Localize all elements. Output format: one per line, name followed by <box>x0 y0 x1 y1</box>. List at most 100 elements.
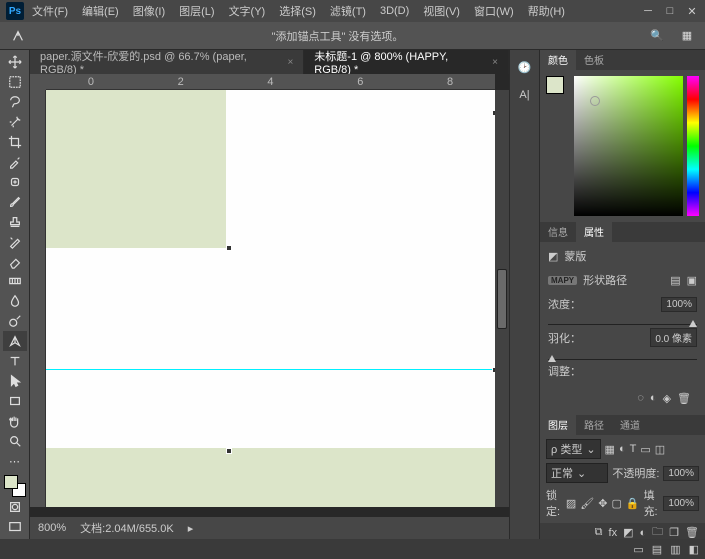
layers-panel-tab[interactable]: 图层 <box>540 415 576 435</box>
color-panel-tab[interactable]: 颜色 <box>540 50 576 70</box>
path-anchor[interactable] <box>226 448 232 454</box>
status-icon[interactable]: ▥ <box>670 543 680 556</box>
zoom-tool[interactable] <box>3 431 27 451</box>
status-icon[interactable]: ▭ <box>633 543 643 556</box>
crop-tool[interactable] <box>3 132 27 152</box>
marquee-tool[interactable] <box>3 72 27 92</box>
hand-tool[interactable] <box>3 411 27 431</box>
apply-mask-icon[interactable]: ◈ <box>663 392 671 405</box>
options-search-icon[interactable]: 🔍 <box>645 26 669 46</box>
maximize-button[interactable]: □ <box>663 4 677 18</box>
blur-tool[interactable] <box>3 291 27 311</box>
type-tool[interactable] <box>3 351 27 371</box>
new-layer-icon[interactable]: ❐ <box>669 526 679 539</box>
menu-filter[interactable]: 滤镜(T) <box>324 1 372 21</box>
ruler-vertical[interactable] <box>30 90 46 507</box>
density-value[interactable]: 100% <box>661 297 697 312</box>
menu-help[interactable]: 帮助(H) <box>522 1 571 21</box>
brush-tool[interactable] <box>3 192 27 212</box>
document-canvas[interactable] <box>46 90 495 507</box>
properties-panel-tab[interactable]: 属性 <box>576 222 612 242</box>
document-tab-1[interactable]: paper.源文件-欣爱的.psd @ 66.7% (paper, RGB/8)… <box>30 50 304 74</box>
hue-slider[interactable] <box>687 76 699 216</box>
filter-smart-icon[interactable]: ◫ <box>655 443 665 456</box>
color-panel-swatches[interactable] <box>546 76 570 216</box>
lock-transparency-icon[interactable]: ▨ <box>566 497 576 510</box>
eyedropper-tool[interactable] <box>3 152 27 172</box>
ruler-origin[interactable] <box>30 74 46 90</box>
close-button[interactable]: ✕ <box>685 4 699 18</box>
opacity-value[interactable]: 100% <box>663 466 699 481</box>
fill-value[interactable]: 100% <box>663 496 699 511</box>
scrollbar-thumb[interactable] <box>497 269 507 329</box>
guide-horizontal[interactable] <box>46 369 495 370</box>
menu-edit[interactable]: 编辑(E) <box>76 1 125 21</box>
current-tool-icon[interactable] <box>6 26 30 46</box>
gradient-tool[interactable] <box>3 271 27 291</box>
menu-file[interactable]: 文件(F) <box>26 1 74 21</box>
magic-wand-tool[interactable] <box>3 112 27 132</box>
link-layers-icon[interactable]: ⧉ <box>595 526 603 539</box>
pen-tool[interactable] <box>3 331 27 351</box>
menu-3d[interactable]: 3D(D) <box>374 3 415 19</box>
layer-filter-kind[interactable]: ρ 类型 ⌄ <box>546 439 601 459</box>
rectangle-tool[interactable] <box>3 391 27 411</box>
menu-window[interactable]: 窗口(W) <box>468 1 520 21</box>
feather-value[interactable]: 0.0 像素 <box>650 328 697 347</box>
scrollbar-vertical[interactable] <box>495 90 509 507</box>
move-tool[interactable] <box>3 52 27 72</box>
path-select-tool[interactable] <box>3 371 27 391</box>
options-panel-icon[interactable]: ▦ <box>675 26 699 46</box>
swatches-panel-tab[interactable]: 色板 <box>576 50 612 70</box>
zoom-field[interactable]: 800% <box>38 522 66 534</box>
document-tab-2[interactable]: 未标题-1 @ 800% (HAPPY, RGB/8) * × <box>304 50 509 74</box>
mask-vector-icon[interactable]: ▣ <box>687 274 697 287</box>
healing-tool[interactable] <box>3 172 27 192</box>
history-brush-tool[interactable] <box>3 232 27 252</box>
menu-select[interactable]: 选择(S) <box>273 1 322 21</box>
delete-layer-icon[interactable]: 🗑 <box>685 526 699 539</box>
tab-close-icon[interactable]: × <box>287 57 293 68</box>
eraser-tool[interactable] <box>3 252 27 272</box>
screen-mode-toggle[interactable] <box>3 517 27 537</box>
lasso-tool[interactable] <box>3 92 27 112</box>
status-expand-icon[interactable]: ▸ <box>188 522 194 535</box>
filter-pixel-icon[interactable]: ▦ <box>605 443 615 456</box>
character-panel-icon[interactable]: A| <box>516 86 534 104</box>
info-panel-tab[interactable]: 信息 <box>540 222 576 242</box>
tab-close-icon[interactable]: × <box>492 57 498 68</box>
filter-shape-icon[interactable]: ▭ <box>640 443 650 456</box>
lock-position-icon[interactable]: ✥ <box>598 497 607 510</box>
blend-mode-select[interactable]: 正常 ⌄ <box>546 463 608 483</box>
invert-mask-icon[interactable]: ◐ <box>650 392 657 404</box>
minimize-button[interactable]: ─ <box>641 4 655 18</box>
menu-view[interactable]: 视图(V) <box>417 1 466 21</box>
lock-artboard-icon[interactable]: ▢ <box>611 497 621 510</box>
doc-info[interactable]: 文档:2.04M/655.0K <box>80 520 174 536</box>
paths-panel-tab[interactable]: 路径 <box>576 415 612 435</box>
status-icon[interactable]: ▤ <box>652 543 662 556</box>
color-swatches[interactable] <box>4 475 26 497</box>
mask-pixel-icon[interactable]: ▤ <box>670 274 680 287</box>
edit-toolbar[interactable]: ⋯ <box>3 451 27 471</box>
add-mask-icon[interactable]: ◩ <box>623 526 633 539</box>
adjustment-layer-icon[interactable]: ◐ <box>640 527 647 539</box>
foreground-color[interactable] <box>4 475 18 489</box>
filter-adjust-icon[interactable]: ◐ <box>619 443 626 455</box>
quick-mask-toggle[interactable] <box>3 497 27 517</box>
stamp-tool[interactable] <box>3 212 27 232</box>
status-icon[interactable]: ◧ <box>689 543 699 556</box>
mask-from-selection-icon[interactable]: ◌ <box>637 392 644 404</box>
filter-type-icon[interactable]: T <box>630 443 637 455</box>
layer-style-icon[interactable]: fx <box>609 527 618 539</box>
color-field[interactable] <box>574 76 683 216</box>
ruler-horizontal[interactable]: 02468 <box>46 74 495 90</box>
lock-all-icon[interactable]: 🔒 <box>626 497 640 510</box>
color-cursor[interactable] <box>590 96 600 106</box>
delete-mask-icon[interactable]: 🗑 <box>677 392 691 405</box>
menu-image[interactable]: 图像(I) <box>127 1 171 21</box>
menu-layer[interactable]: 图层(L) <box>173 1 220 21</box>
history-panel-icon[interactable]: 🕑 <box>516 58 534 76</box>
menu-type[interactable]: 文字(Y) <box>223 1 272 21</box>
channels-panel-tab[interactable]: 通道 <box>612 415 648 435</box>
